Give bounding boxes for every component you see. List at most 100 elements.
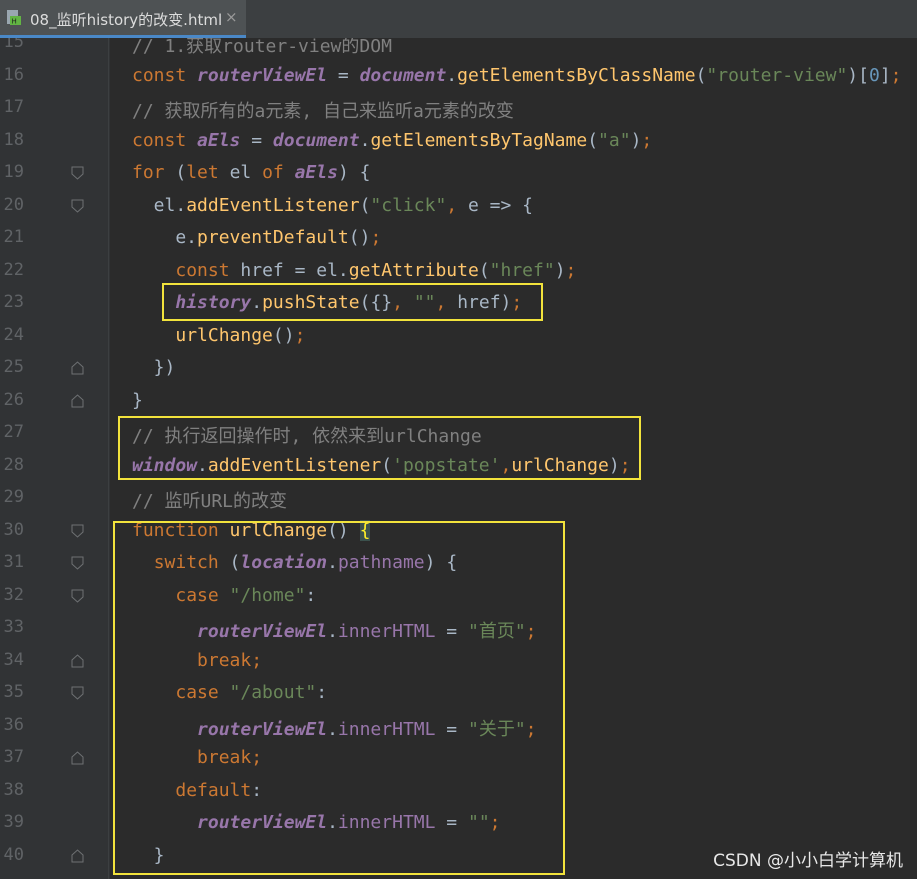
watermark: CSDN @小小白学计算机 [713,851,903,871]
code-text: e.preventDefault(); [132,227,381,248]
code-line[interactable]: 15 // 1.获取router-view的DOM [0,38,917,60]
code-token: e. [132,227,198,248]
line-number: 40 [3,844,24,865]
code-token: ; [890,64,902,86]
code-token: // 监听URL的改变 [132,491,288,512]
fold-open-icon[interactable] [71,524,84,538]
tab-title: 08_监听history的改变.html [30,11,223,29]
code-token: = [327,64,360,86]
code-token: () [272,324,295,346]
fold-close-icon[interactable] [71,393,84,408]
code-token: "router-view" [706,64,848,86]
line-number: 37 [3,747,24,767]
line-number: 39 [3,812,24,832]
code-token: const [175,259,241,281]
code-token: ) [554,259,566,281]
fold-close-icon[interactable] [71,848,84,863]
line-number: 34 [3,649,24,670]
code-token: el. [132,194,187,216]
code-line[interactable]: 26} [0,385,917,418]
line-number: 25 [3,357,24,377]
code-line[interactable]: 29 // 监听URL的改变 [0,482,917,515]
code-line[interactable]: 20 el.addEventListener("click", e => { [0,190,917,223]
code-token: , [446,194,468,216]
line-number: 32 [3,584,24,605]
line-number: 36 [3,714,24,735]
code-text: el.addEventListener("click", e => { [132,195,533,216]
code-token: . [359,129,371,151]
code-token: ) { [337,162,371,183]
fold-open-icon[interactable] [71,199,84,213]
line-number: 24 [3,324,24,345]
code-token: . [446,64,458,86]
fold-open-icon[interactable] [71,589,84,603]
code-token: document [359,64,447,86]
line-number: 20 [3,194,24,215]
line-number: 15 [3,38,24,52]
code-token: = [240,129,273,151]
code-token: "a" [598,129,631,151]
line-number: 16 [3,64,24,85]
code-text: for (let el of aEls) { [132,162,370,183]
line-number: 33 [3,617,24,637]
line-number: 31 [3,552,24,572]
html-file-icon: H [7,10,21,26]
line-number: 19 [3,162,24,182]
line-number: 21 [3,227,24,247]
svg-text:H: H [12,18,17,26]
code-line[interactable]: 21 e.preventDefault(); [0,222,917,255]
code-token: ( [175,162,187,183]
fold-open-icon[interactable] [71,686,84,700]
code-token: ; [641,129,653,151]
code-editor[interactable]: 15 // 1.获取router-view的DOM 16 const routerVi… [0,38,917,879]
fold-open-icon[interactable] [71,166,84,180]
fold-open-icon[interactable] [71,556,84,570]
code-token: ; [565,259,577,281]
code-token: let [186,162,230,183]
code-line[interactable]: 16 const routerViewEl = document.getEleme… [0,60,917,93]
code-token: const [132,64,198,86]
fold-close-icon[interactable] [71,361,84,375]
code-token: getElementsByTagName [370,129,588,151]
code-token: e => { [467,194,533,216]
code-token: href = el. [240,259,349,281]
file-tab[interactable]: H 08_监听history的改变.html × [0,0,246,38]
code-token: ] [879,64,891,86]
code-token: preventDefault [197,227,349,248]
code-line[interactable]: 24 urlChange(); [0,320,917,353]
code-line[interactable]: 17 // 获取所有的a元素, 自己来监听a元素的改变 [0,92,917,125]
code-token: const [132,129,198,151]
code-token: // 1.获取router-view的DOM [132,38,392,57]
code-token: ; [370,227,382,248]
code-line[interactable]: 19 for (let el of aEls) { [0,157,917,190]
code-token: ( [587,129,599,151]
code-token: } [132,389,143,411]
code-text: const href = el.getAttribute("href"); [132,260,576,281]
line-number: 29 [3,487,24,507]
highlight-popstate [118,416,641,480]
line-number: 38 [3,779,24,800]
code-token: aEls [294,162,338,183]
code-line[interactable]: 25 }) [0,352,917,385]
code-text: const aEls = document.getElementsByTagNa… [132,130,652,151]
line-number: 17 [3,97,24,117]
highlight-urlchange-function [113,521,565,875]
code-text: urlChange(); [132,325,305,346]
code-token: ; [294,324,306,346]
code-token: )[ [847,64,869,86]
line-number: 28 [3,454,24,475]
code-token: ( [695,64,707,86]
line-number: 35 [3,682,24,702]
fold-close-icon[interactable] [71,751,84,765]
code-token: () [348,227,371,248]
fold-close-icon[interactable] [71,653,84,668]
code-token: addEventListener [186,194,360,216]
code-token: getElementsByClassName [457,64,696,86]
code-token: aEls [197,129,241,151]
code-line[interactable]: 18 const aEls = document.getElementsByTag… [0,125,917,158]
code-text: }) [132,357,176,378]
close-icon[interactable]: × [225,8,238,26]
highlight-pushstate [162,283,543,321]
code-token: el [229,162,263,183]
